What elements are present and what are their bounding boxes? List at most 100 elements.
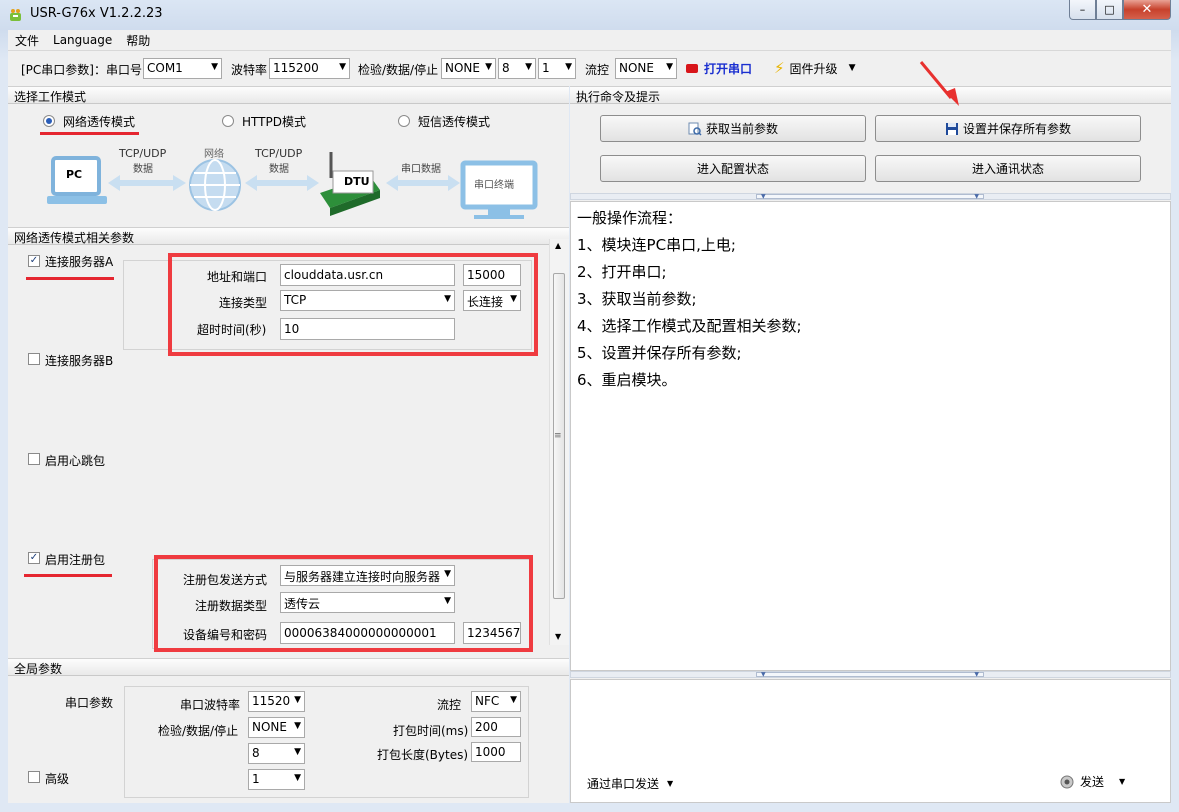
procedure-line: 3、获取当前参数; [577, 290, 697, 308]
maximize-button[interactable]: □ [1096, 0, 1123, 20]
app-icon [10, 9, 21, 21]
save-params-label: 设置并保存所有参数 [962, 122, 1071, 136]
right-panel: 执行命令及提示 获取当前参数 设置并保存所有参数 进入配置状态 进入通讯状态 ▼… [570, 86, 1171, 803]
chevron-down-icon: ▼ [974, 193, 979, 200]
save-params-button[interactable]: 设置并保存所有参数 [875, 115, 1141, 142]
send-button[interactable]: 发送 ▼ [1059, 773, 1125, 790]
menu-help[interactable]: 帮助 [119, 32, 157, 49]
global-parity-value: NONE [252, 720, 287, 734]
procedure-line: 5、设置并保存所有参数; [577, 344, 742, 362]
splitter-grip[interactable]: ▼ ▼ [756, 671, 984, 678]
diagram-tcp-udp-2: TCP/UDP [255, 147, 303, 160]
minimize-button[interactable]: – [1069, 0, 1096, 20]
procedure-line: 4、选择工作模式及配置相关参数; [577, 317, 802, 335]
pack-time-input[interactable]: 200 [471, 717, 521, 737]
get-params-label: 获取当前参数 [705, 122, 778, 136]
open-port-button[interactable]: 打开串口 [686, 60, 752, 77]
databits-select[interactable]: 8 ▼ [498, 58, 536, 79]
global-baud-select[interactable]: 11520 ▼ [248, 691, 305, 712]
document-search-icon [688, 122, 702, 136]
databits-value: 8 [502, 61, 510, 75]
enter-config-button[interactable]: 进入配置状态 [600, 155, 866, 182]
send-gear-icon [1060, 775, 1074, 788]
chevron-down-icon: ▼ [294, 721, 301, 731]
chevron-down-icon: ▼ [666, 62, 673, 72]
global-params-area: 串口参数 串口波特率 11520 ▼ 检验/数据/停止 NONE ▼ 8 ▼ 1 ▼ 流… [8, 678, 569, 803]
menu-language[interactable]: Language [46, 33, 119, 47]
splitter-grip[interactable]: ▼ ▼ [756, 193, 984, 200]
global-databits-value: 8 [252, 746, 260, 760]
enter-comm-button[interactable]: 进入通讯状态 [875, 155, 1141, 182]
global-parity-label: 检验/数据/停止 [158, 724, 239, 738]
highlight-box-server-a [168, 253, 538, 356]
chevron-down-icon: ▼ [761, 193, 766, 200]
chevron-down-icon: ▼ [848, 63, 856, 73]
pack-len-input[interactable]: 1000 [471, 742, 521, 762]
send-via-dropdown[interactable]: 通过串口发送 ▼ [587, 775, 673, 792]
pack-time-label: 打包时间(ms) [393, 724, 469, 738]
global-databits-select[interactable]: 8 ▼ [248, 743, 305, 764]
port-select[interactable]: COM1 ▼ [143, 58, 222, 79]
radio-httpd-mode[interactable] [222, 115, 234, 127]
pc-serial-label: [PC串口参数]：串口号 [21, 63, 142, 77]
baud-select[interactable]: 115200 ▼ [269, 58, 350, 79]
radio-sms-mode[interactable] [398, 115, 410, 127]
scroll-up-icon[interactable]: ▲ [555, 241, 561, 250]
left-panel: 选择工作模式 网络透传模式 HTTPD模式 短信透传模式 PC TCP/UDP … [8, 86, 569, 803]
register-label: 启用注册包 [45, 553, 106, 567]
stopbits-value: 1 [542, 61, 550, 75]
firmware-label: 固件升级 [789, 61, 838, 76]
highlight-box-register [154, 555, 533, 652]
global-stopbits-select[interactable]: 1 ▼ [248, 769, 305, 790]
server-a-label: 连接服务器A [45, 255, 114, 269]
diagram-serial-data: 串口数据 [401, 164, 441, 175]
advanced-checkbox[interactable] [28, 771, 40, 783]
window-controls: – □ ✕ [1069, 0, 1173, 20]
chevron-down-icon: ▼ [761, 671, 766, 678]
mode-transparent-label: 网络透传模式 [63, 115, 136, 129]
flow-select[interactable]: NONE ▼ [615, 58, 677, 79]
chevron-down-icon: ▼ [525, 62, 532, 72]
chevron-down-icon: ▼ [510, 695, 517, 705]
get-params-button[interactable]: 获取当前参数 [600, 115, 866, 142]
radio-transparent-mode[interactable] [43, 115, 55, 127]
net-params-header: 网络透传模式相关参数 [8, 227, 569, 245]
server-a-checkbox[interactable]: ✓ [28, 255, 40, 267]
window-title: USR-G76x V1.2.2.23 [30, 6, 163, 21]
baud-label: 波特率 [231, 63, 268, 77]
procedure-text-area[interactable]: 一般操作流程： 1、模块连PC串口,上电; 2、打开串口; 3、获取当前参数; … [570, 201, 1171, 671]
diagram-data-2: 数据 [269, 164, 289, 175]
global-flow-select[interactable]: NFC ▼ [471, 691, 521, 712]
diagram-network: 网络 [204, 149, 224, 160]
mode-httpd-label: HTTPD模式 [242, 115, 306, 129]
firmware-upgrade-button[interactable]: ⚡ 固件升级 ▼ [774, 59, 855, 77]
close-button[interactable]: ✕ [1123, 0, 1171, 20]
net-params-area: ✓ 连接服务器A 地址和端口 clouddata.usr.cn 15000 连接… [8, 246, 549, 652]
mode-diagram: PC TCP/UDP 数据 网络 TCP/UDP 数据 DTU 串口数据 串口终… [8, 138, 569, 224]
global-flow-label: 流控 [437, 698, 462, 712]
red-underline [40, 132, 139, 135]
parity-select[interactable]: NONE ▼ [441, 58, 496, 79]
stopbits-select[interactable]: 1 ▼ [538, 58, 576, 79]
baud-value: 115200 [273, 61, 319, 75]
global-flow-value: NFC [475, 694, 500, 708]
diagram-pc: PC [66, 168, 83, 181]
global-parity-select[interactable]: NONE ▼ [248, 717, 305, 738]
net-params-scrollbar[interactable]: ▲ ≡ ▼ [549, 239, 569, 645]
chevron-down-icon: ▼ [294, 773, 301, 783]
diagram-dtu: DTU [344, 175, 370, 188]
server-b-checkbox[interactable] [28, 353, 40, 365]
send-via-label: 通过串口发送 [587, 777, 660, 791]
diagram-serial-terminal: 串口终端 [474, 180, 514, 191]
scroll-down-icon[interactable]: ▼ [555, 632, 561, 641]
procedure-line: 一般操作流程： [577, 209, 683, 227]
lightning-icon: ⚡ [774, 59, 785, 77]
register-checkbox[interactable]: ✓ [28, 552, 40, 564]
heartbeat-checkbox[interactable] [28, 453, 40, 465]
grip-icon: ≡ [554, 431, 562, 441]
menu-file[interactable]: 文件 [8, 32, 46, 49]
bottom-splitter[interactable]: ▼ ▼ [570, 671, 1171, 678]
enter-config-label: 进入配置状态 [696, 162, 769, 176]
work-mode-header: 选择工作模式 [8, 86, 569, 104]
top-splitter[interactable]: ▼ ▼ [570, 193, 1171, 200]
